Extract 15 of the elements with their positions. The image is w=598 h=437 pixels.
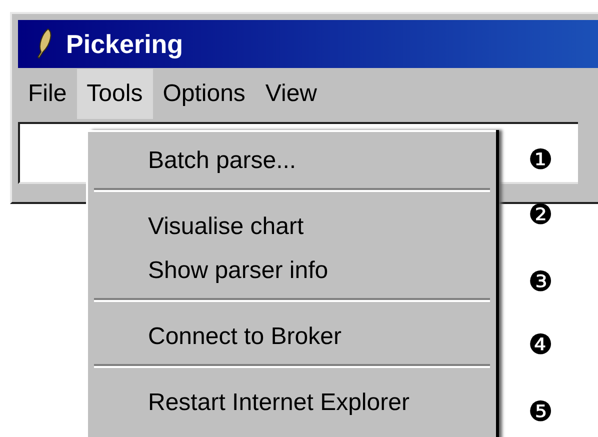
callout-number: ❷ [528, 199, 554, 231]
callout-number: ❶ [528, 144, 554, 176]
menu-item[interactable]: Options [152, 69, 256, 119]
window-title: Pickering [66, 28, 184, 60]
menu-item[interactable]: View [255, 69, 328, 119]
menu-entry[interactable]: Visualise chart [88, 208, 496, 252]
callout-number: ❺ [528, 396, 554, 428]
callout-number: ❸ [528, 266, 554, 298]
menu-entry[interactable]: Show parser info [88, 252, 496, 296]
menu-entry[interactable]: Connect to Broker [88, 318, 496, 362]
callout-number: ❹ [528, 329, 554, 361]
menu-entry[interactable]: Restart Internet Explorer [88, 384, 496, 428]
menu-entry[interactable]: Batch parse... [88, 142, 496, 186]
menu-item[interactable]: File [18, 69, 77, 119]
menu-item[interactable]: Tools [76, 69, 153, 119]
